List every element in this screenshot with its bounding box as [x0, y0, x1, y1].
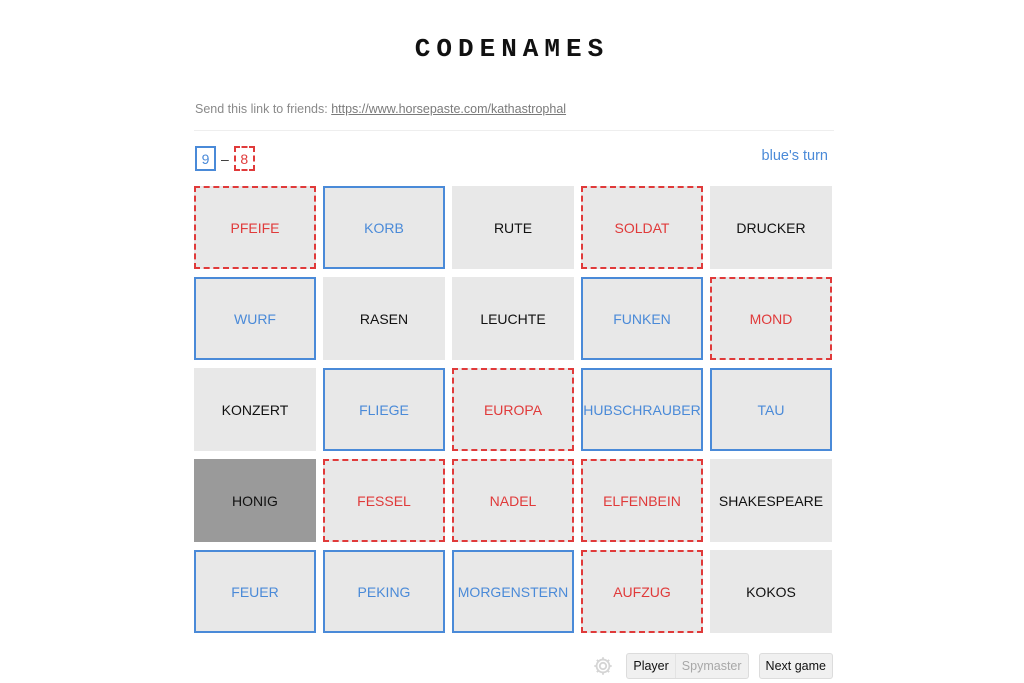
word-card[interactable]: MORGENSTERN	[452, 550, 574, 633]
footer-controls: Player Spymaster Next game	[592, 653, 833, 679]
word-card-label: EUROPA	[483, 401, 543, 418]
score-display: 9 – 8	[195, 146, 255, 171]
word-card-label: DRUCKER	[736, 219, 806, 236]
word-card[interactable]: PFEIFE	[194, 186, 316, 269]
word-card-label: HUBSCHRAUBER	[583, 401, 701, 418]
word-card[interactable]: HUBSCHRAUBER	[581, 368, 703, 451]
word-card[interactable]: RUTE	[452, 186, 574, 269]
word-card-label: WURF	[234, 310, 276, 327]
role-player-button[interactable]: Player	[627, 654, 674, 678]
word-card-label: PFEIFE	[230, 219, 280, 236]
word-card[interactable]: DRUCKER	[710, 186, 832, 269]
word-card[interactable]: WURF	[194, 277, 316, 360]
word-card-label: TAU	[757, 401, 785, 418]
word-card[interactable]: PEKING	[323, 550, 445, 633]
word-card[interactable]: FEUER	[194, 550, 316, 633]
word-card-label: KONZERT	[221, 401, 289, 418]
word-card-label: KOKOS	[746, 583, 796, 600]
word-card[interactable]: KONZERT	[194, 368, 316, 451]
gear-icon[interactable]	[592, 655, 614, 677]
word-card[interactable]: KORB	[323, 186, 445, 269]
word-card[interactable]: ELFENBEIN	[581, 459, 703, 542]
word-card[interactable]: KOKOS	[710, 550, 832, 633]
word-card-label: HONIG	[232, 492, 278, 509]
turn-indicator: blue's turn	[761, 148, 828, 164]
word-card-label: KORB	[364, 219, 404, 236]
word-card[interactable]: EUROPA	[452, 368, 574, 451]
word-card-label: AUFZUG	[613, 583, 671, 600]
word-card[interactable]: FUNKEN	[581, 277, 703, 360]
word-card-label: RASEN	[359, 310, 409, 327]
word-card-label: FEUER	[231, 583, 279, 600]
word-card[interactable]: SOLDAT	[581, 186, 703, 269]
blue-score: 9	[195, 146, 216, 171]
word-card-label: FLIEGE	[359, 401, 409, 418]
page-title: CODENAMES	[414, 34, 610, 64]
word-card-label: ELFENBEIN	[603, 492, 681, 509]
share-link-row: Send this link to friends: https://www.h…	[195, 102, 566, 116]
word-card-label: FUNKEN	[613, 310, 671, 327]
word-card-label: SOLDAT	[614, 219, 670, 236]
word-card[interactable]: MOND	[710, 277, 832, 360]
word-card-label: PEKING	[357, 583, 411, 600]
divider	[194, 130, 834, 131]
word-card-label: FESSEL	[357, 492, 411, 509]
next-game-button[interactable]: Next game	[758, 653, 833, 679]
score-separator: –	[221, 150, 229, 167]
word-card[interactable]: SHAKESPEARE	[710, 459, 832, 542]
red-score: 8	[233, 146, 255, 171]
word-card-label: LEUCHTE	[480, 310, 546, 327]
share-link[interactable]: https://www.horsepaste.com/kathastrophal	[331, 102, 566, 116]
word-card[interactable]: TAU	[710, 368, 832, 451]
game-board: PFEIFE KORB RUTE SOLDAT DRUCKER WURF RASEN LEUC…	[194, 186, 834, 633]
role-toggle: Player Spymaster	[626, 653, 749, 679]
word-card[interactable]: FESSEL	[323, 459, 445, 542]
word-card-label: RUTE	[493, 219, 533, 236]
word-card-label: NADEL	[489, 492, 537, 509]
word-card[interactable]: AUFZUG	[581, 550, 703, 633]
word-card-label: MOND	[749, 310, 793, 327]
word-card-label: MORGENSTERN	[457, 583, 569, 600]
word-card[interactable]: HONIG	[194, 459, 316, 542]
word-card-label: SHAKESPEARE	[718, 492, 824, 509]
word-card[interactable]: LEUCHTE	[452, 277, 574, 360]
share-label: Send this link to friends:	[195, 102, 328, 116]
word-card[interactable]: NADEL	[452, 459, 574, 542]
role-spymaster-button[interactable]: Spymaster	[674, 654, 748, 678]
word-card[interactable]: FLIEGE	[323, 368, 445, 451]
word-card[interactable]: RASEN	[323, 277, 445, 360]
